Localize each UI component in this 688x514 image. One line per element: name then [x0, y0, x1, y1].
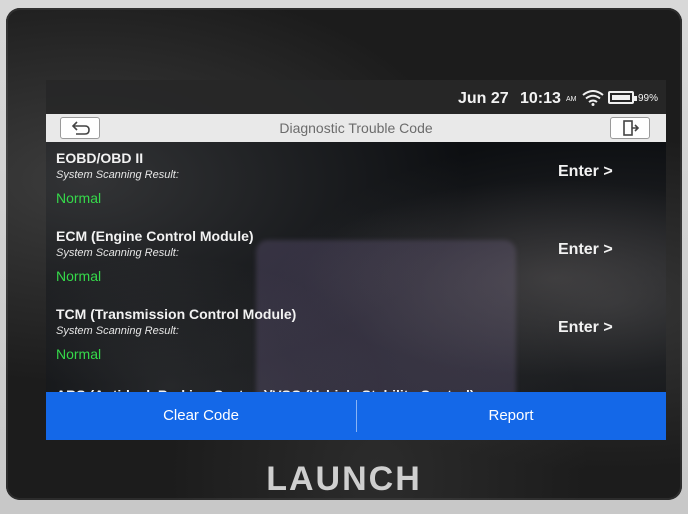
scan-tool-device: Jun 27 10:13 AM 99% Diagnostic Trouble C… — [6, 8, 682, 500]
wifi-icon — [582, 90, 604, 106]
battery-percent: 99% — [638, 93, 659, 104]
scan-status: Normal — [56, 346, 102, 362]
launch-logo: LAUNCH — [266, 460, 422, 498]
scan-result-label: System Scanning Result: — [56, 325, 179, 337]
system-name: EOBD/OBD II — [56, 150, 144, 166]
device-screen: Jun 27 10:13 AM 99% Diagnostic Trouble C… — [46, 80, 666, 440]
exit-button[interactable] — [610, 117, 650, 139]
result-item-ecm: ECM (Engine Control Module) System Scann… — [46, 220, 666, 298]
title-bar: Diagnostic Trouble Code — [46, 114, 666, 142]
battery-level-fill — [612, 95, 630, 100]
scan-status: Normal — [56, 190, 102, 206]
system-name: TCM (Transmission Control Module) — [56, 306, 297, 322]
page-title: Diagnostic Trouble Code — [279, 120, 433, 136]
result-item-tcm: TCM (Transmission Control Module) System… — [46, 298, 666, 376]
scan-result-label: System Scanning Result: — [56, 169, 179, 181]
clear-code-button[interactable]: Clear Code — [46, 392, 356, 440]
system-name: ECM (Engine Control Module) — [56, 228, 254, 244]
status-date: Jun 27 — [458, 90, 509, 107]
report-button[interactable]: Report — [356, 392, 666, 440]
result-item-eobd: EOBD/OBD II System Scanning Result: Norm… — [46, 142, 666, 220]
action-bar: Clear Code Report — [46, 392, 666, 440]
enter-button[interactable]: Enter > — [558, 241, 613, 259]
scan-result-list: EOBD/OBD II System Scanning Result: Norm… — [46, 142, 666, 403]
status-bar: Jun 27 10:13 AM 99% — [46, 80, 666, 114]
scan-result-label: System Scanning Result: — [56, 247, 179, 259]
battery-icon — [608, 91, 637, 104]
status-ampm: AM — [566, 96, 577, 103]
status-time: 10:13 — [520, 90, 561, 107]
exit-icon — [623, 120, 640, 136]
enter-button[interactable]: Enter > — [558, 319, 613, 337]
scan-status: Normal — [56, 268, 102, 284]
enter-button[interactable]: Enter > — [558, 163, 613, 181]
